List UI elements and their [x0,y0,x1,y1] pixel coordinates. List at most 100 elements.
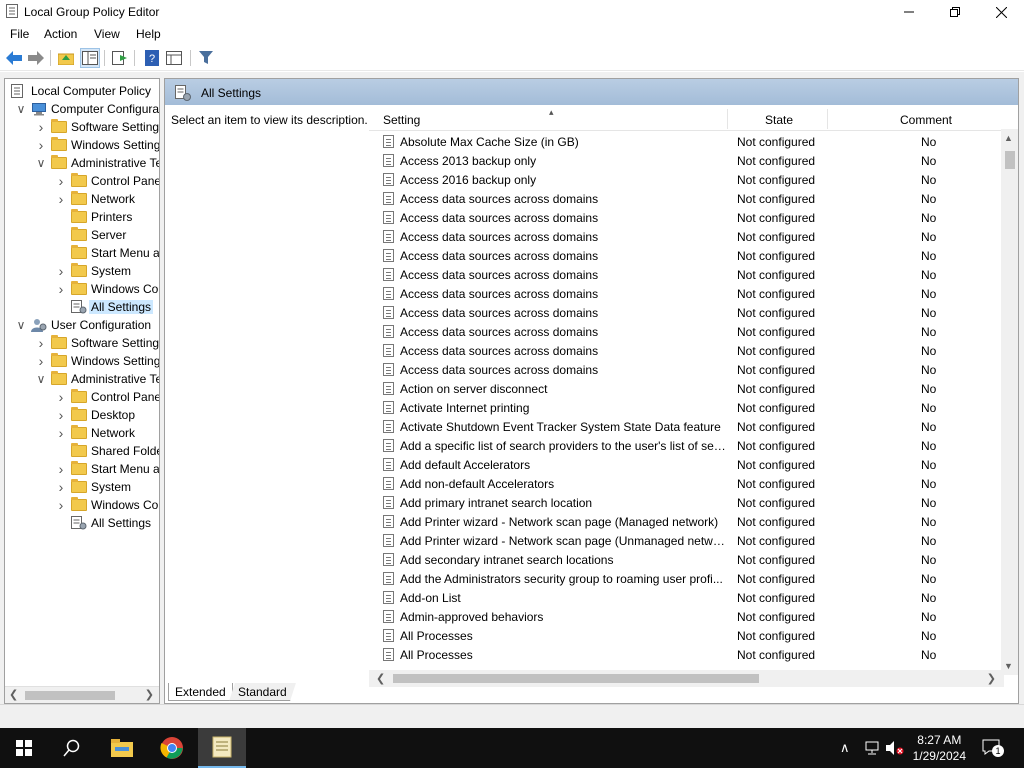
table-row[interactable]: All Processes Not configured No [369,626,1004,645]
table-row[interactable]: Add Printer wizard - Network scan page (… [369,531,1004,550]
tree-node[interactable]: › Windows Components [55,496,159,514]
volume-muted-icon[interactable] [886,741,904,755]
action-center-button[interactable]: 1 [982,739,1004,757]
scroll-left-icon[interactable]: ❮ [9,688,18,701]
collapsed-chevron-icon[interactable]: › [55,280,67,298]
table-row[interactable]: Admin-approved behaviors Not configured No [369,607,1004,626]
expanded-chevron-icon[interactable]: ∨ [15,100,27,118]
scroll-thumb[interactable] [25,691,115,700]
table-row[interactable]: Access data sources across domains Not co… [369,360,1004,379]
restore-button[interactable] [932,0,978,24]
tree-node[interactable]: Server [55,226,126,244]
collapsed-chevron-icon[interactable]: › [55,478,67,496]
tree-node[interactable]: ∨ Computer Configuration [15,100,159,118]
menu-view[interactable]: View [94,27,120,41]
table-row[interactable]: Access data sources across domains Not co… [369,303,1004,322]
table-row[interactable]: Add the Administrators security group to… [369,569,1004,588]
table-row[interactable]: Access data sources across domains Not co… [369,189,1004,208]
tree-node[interactable]: › Network [55,190,135,208]
tree-node[interactable]: ∨ User Configuration [15,316,151,334]
table-row[interactable]: Add secondary intranet search locations N… [369,550,1004,569]
console-tree[interactable]: Local Computer Policy ∨ Computer Configura… [4,78,160,704]
collapsed-chevron-icon[interactable]: › [55,460,67,478]
table-row[interactable]: Activate Internet printing Not configured… [369,398,1004,417]
column-header-comment[interactable]: Comment [900,113,952,127]
scroll-up-icon[interactable]: ▲ [1004,133,1013,143]
scroll-thumb[interactable] [1005,151,1015,169]
menu-action[interactable]: Action [44,27,77,41]
table-row[interactable]: Activate Shutdown Event Tracker System S… [369,417,1004,436]
tree-node[interactable]: Local Computer Policy [7,82,151,100]
scroll-right-icon[interactable]: ❯ [145,688,154,701]
column-header-setting[interactable]: Setting [383,113,420,127]
table-row[interactable]: Access data sources across domains Not co… [369,227,1004,246]
network-icon[interactable] [864,741,880,755]
table-row[interactable]: Access 2013 backup only Not configured No [369,151,1004,170]
tab-standard[interactable]: Standard [229,683,296,701]
file-explorer-button[interactable] [98,728,146,768]
tab-extended[interactable]: Extended [168,683,233,701]
table-row[interactable]: Add non-default Accelerators Not configur… [369,474,1004,493]
collapsed-chevron-icon[interactable]: › [35,334,47,352]
start-button[interactable] [0,728,48,768]
table-row[interactable]: Add a specific list of search providers … [369,436,1004,455]
table-row[interactable]: Action on server disconnect Not configure… [369,379,1004,398]
table-row[interactable]: Add primary intranet search location Not … [369,493,1004,512]
collapsed-chevron-icon[interactable]: › [55,424,67,442]
tree-node[interactable]: All Settings [55,514,151,532]
tree-node[interactable]: › Desktop [55,406,135,424]
table-row[interactable]: Access data sources across domains Not co… [369,322,1004,341]
table-row[interactable]: Access 2016 backup only Not configured No [369,170,1004,189]
forward-button[interactable] [26,48,46,68]
collapsed-chevron-icon[interactable]: › [55,172,67,190]
show-hidden-icons-chevron-icon[interactable]: ∧ [840,740,850,756]
table-row[interactable]: Access data sources across domains Not co… [369,208,1004,227]
collapsed-chevron-icon[interactable]: › [35,136,47,154]
close-button[interactable] [978,0,1024,24]
collapsed-chevron-icon[interactable]: › [55,496,67,514]
menu-help[interactable]: Help [136,27,161,41]
scroll-down-icon[interactable]: ▼ [1004,661,1013,671]
tree-node[interactable]: › Software Settings [35,118,159,136]
table-row[interactable]: Absolute Max Cache Size (in GB) Not confi… [369,132,1004,151]
tree-node[interactable]: › System [55,262,131,280]
expanded-chevron-icon[interactable]: ∨ [15,316,27,334]
tree-horizontal-scrollbar[interactable]: ❮ ❯ [5,686,159,703]
table-row[interactable]: Access data sources across domains Not co… [369,341,1004,360]
collapsed-chevron-icon[interactable]: › [55,406,67,424]
tree-node[interactable]: › Windows Components [55,280,159,298]
collapsed-chevron-icon[interactable]: › [55,388,67,406]
table-row[interactable]: All Processes Not configured No [369,645,1004,664]
tree-node[interactable]: ∨ Administrative Templates [35,154,159,172]
collapsed-chevron-icon[interactable]: › [35,118,47,136]
column-divider[interactable] [727,109,728,129]
collapsed-chevron-icon[interactable]: › [35,352,47,370]
collapsed-chevron-icon[interactable]: › [55,190,67,208]
filter-button[interactable] [196,48,216,68]
table-row[interactable]: Add default Accelerators Not configured No [369,455,1004,474]
table-row[interactable]: Access data sources across domains Not co… [369,246,1004,265]
collapsed-chevron-icon[interactable]: › [55,262,67,280]
table-row[interactable]: Access data sources across domains Not co… [369,265,1004,284]
minimize-button[interactable] [886,0,932,24]
back-button[interactable] [4,48,24,68]
table-row[interactable]: Add-on List Not configured No [369,588,1004,607]
tree-node[interactable]: › Control Panel [55,388,159,406]
tree-node[interactable]: › System [55,478,131,496]
column-header-state[interactable]: State [765,113,793,127]
tree-node[interactable]: › Control Panel [55,172,159,190]
group-policy-editor-taskbar-button[interactable] [198,728,246,768]
list-vertical-scrollbar[interactable]: ▲ ▼ [1001,129,1018,675]
tree-node[interactable]: All Settings [55,298,154,316]
tree-node[interactable]: Start Menu and Taskbar [55,244,159,262]
column-divider[interactable] [827,109,828,129]
chrome-button[interactable] [148,728,196,768]
table-row[interactable]: Add Printer wizard - Network scan page (… [369,512,1004,531]
search-button[interactable] [48,728,96,768]
tree-node[interactable]: › Windows Settings [35,352,159,370]
expanded-chevron-icon[interactable]: ∨ [35,154,47,172]
tree-node[interactable]: Shared Folders [55,442,159,460]
show-hide-console-tree-button[interactable] [80,48,100,68]
export-list-button[interactable] [110,48,130,68]
help-button[interactable]: ? [142,48,162,68]
